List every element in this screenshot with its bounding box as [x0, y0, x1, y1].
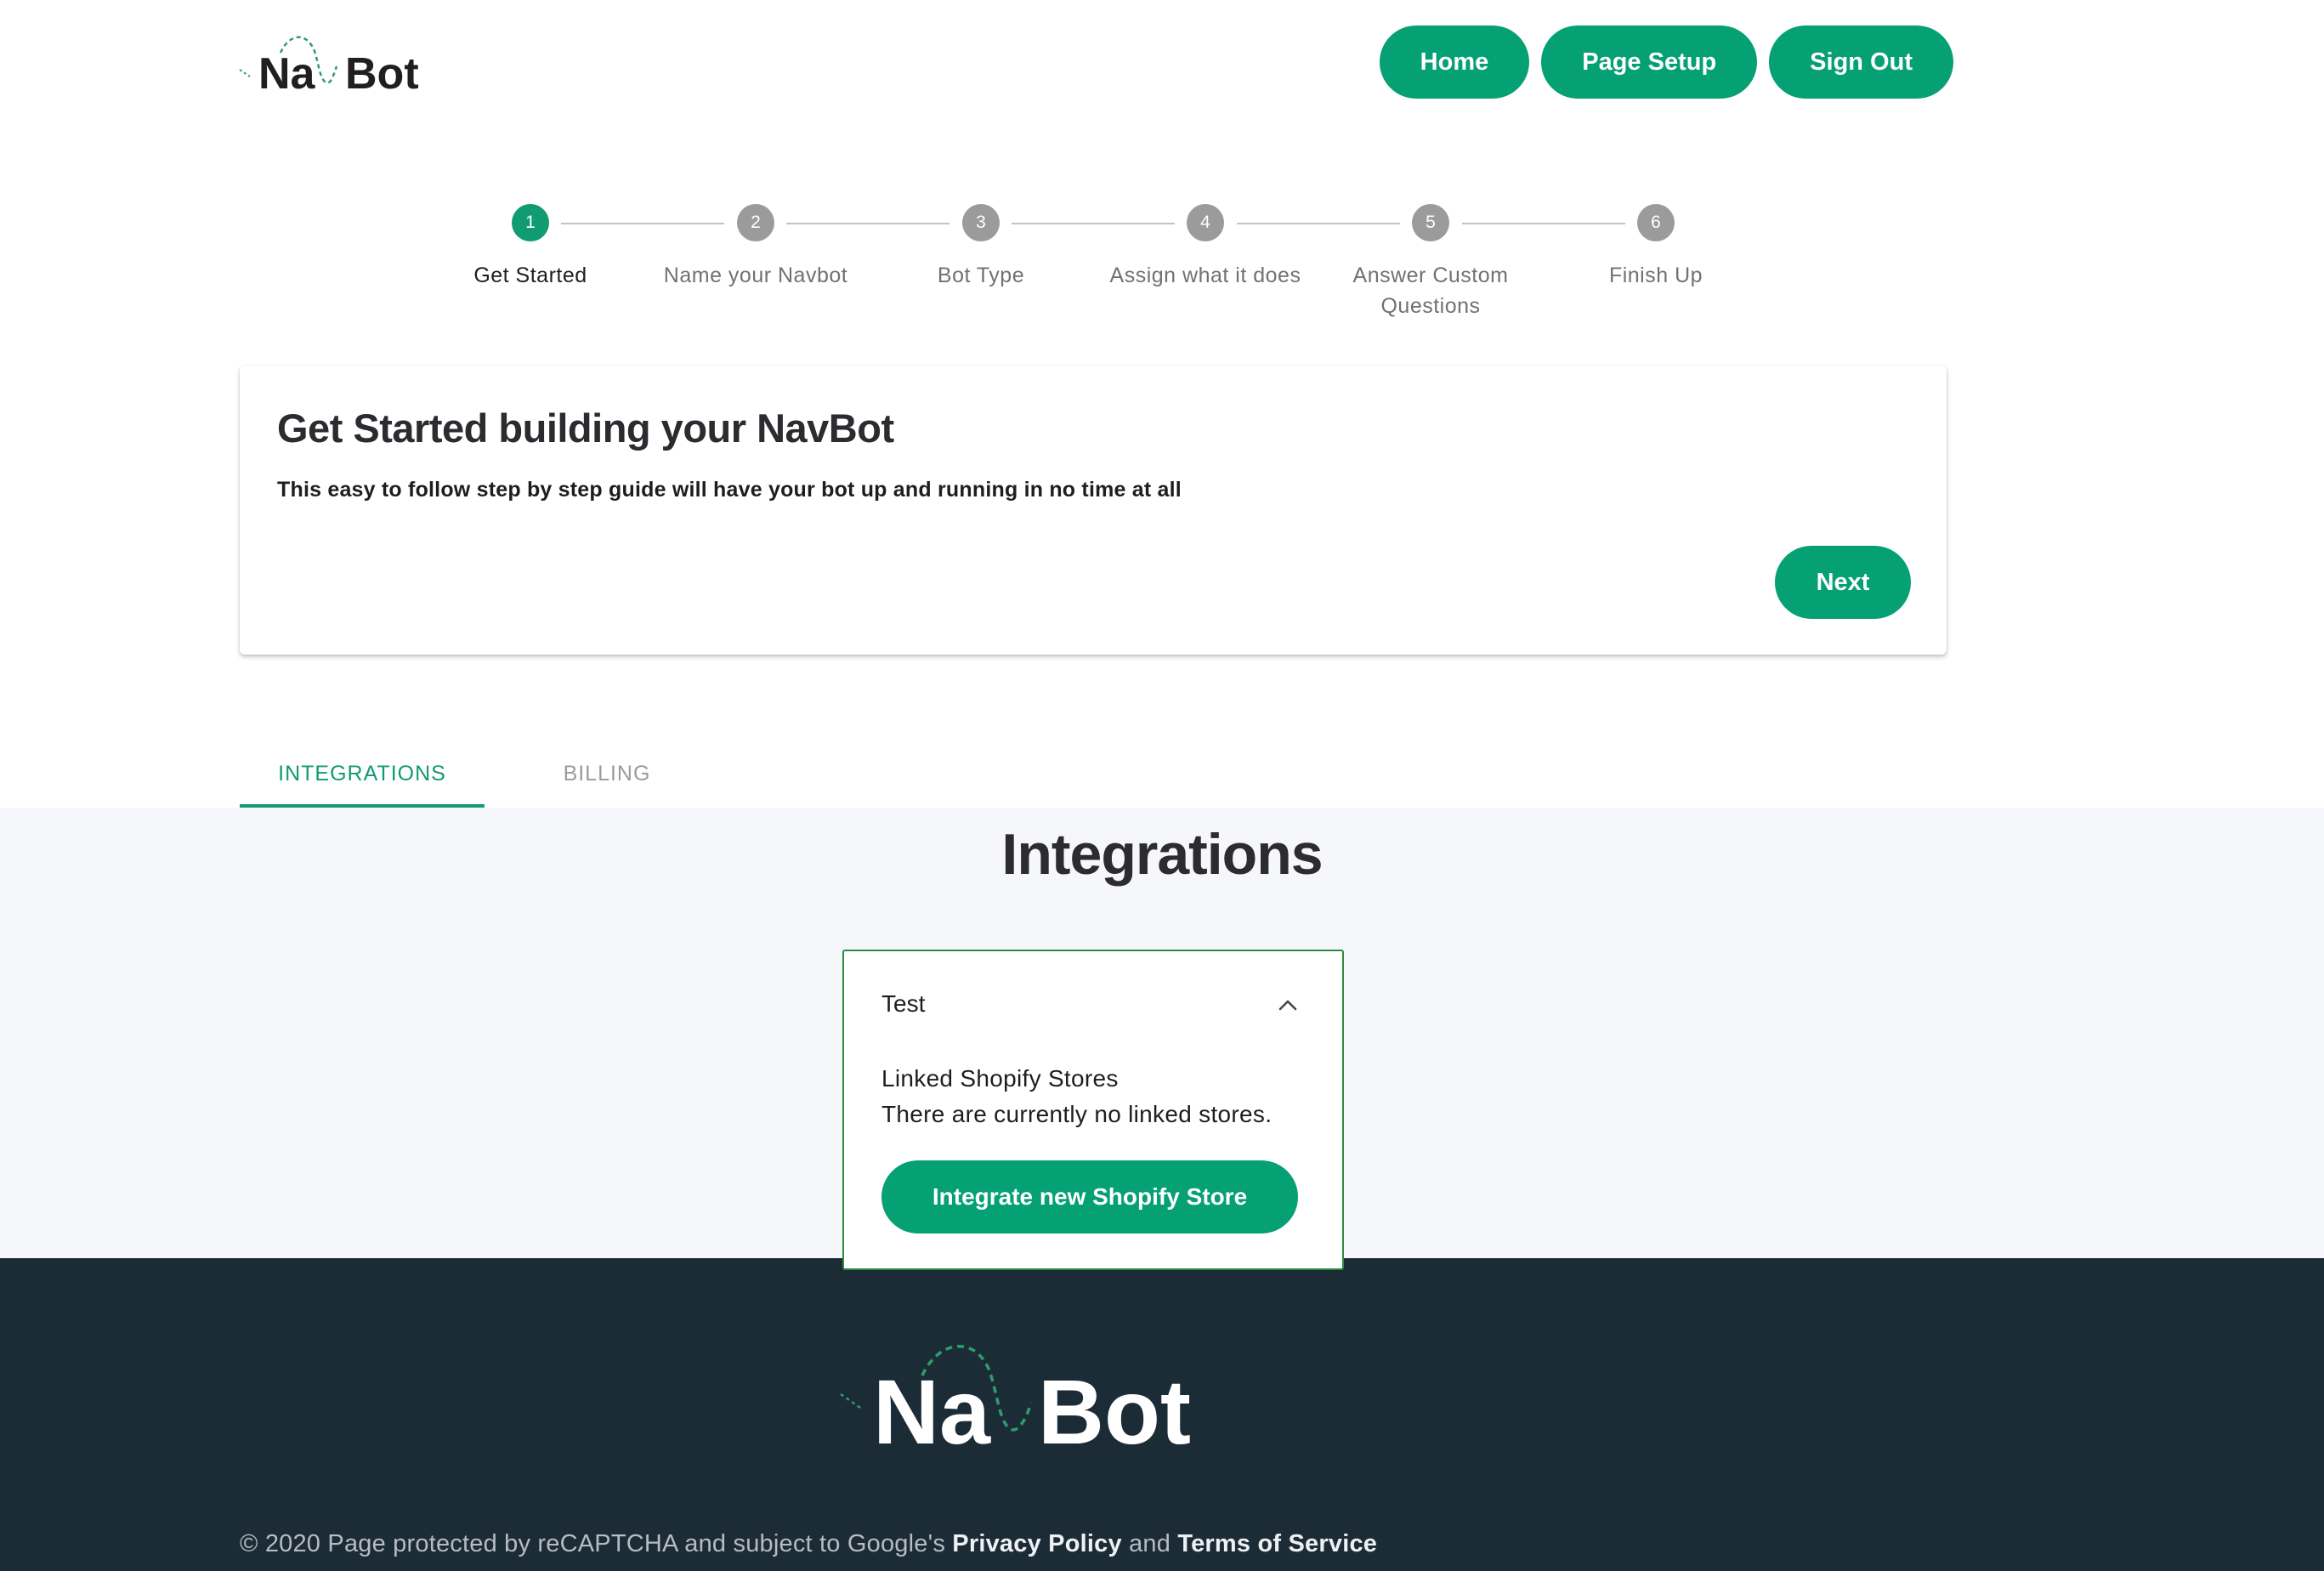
- get-started-card: Get Started building your NavBot This ea…: [240, 366, 1947, 655]
- integrations-title: Integrations: [1001, 822, 1323, 887]
- page-setup-button[interactable]: Page Setup: [1541, 26, 1758, 99]
- sign-out-button[interactable]: Sign Out: [1769, 26, 1953, 99]
- step-label: Finish Up: [1608, 264, 1703, 287]
- footer: Na Bot © 2020 Page protected by reCAPTCH…: [0, 1258, 2324, 1571]
- step-assign-what-it-does[interactable]: 4 Assign what it does: [1095, 204, 1316, 291]
- step-get-started[interactable]: 1 Get Started: [420, 204, 641, 291]
- step-answer-custom-questions[interactable]: 5 Answer Custom Questions: [1333, 204, 1528, 321]
- integration-name: Test: [881, 990, 926, 1017]
- next-button[interactable]: Next: [1775, 546, 1911, 619]
- card-description: This easy to follow step by step guide w…: [277, 478, 1182, 502]
- setup-stepper: 1 Get Started 2 Name your Navbot 3 Bot T…: [425, 204, 1743, 340]
- home-button[interactable]: Home: [1379, 26, 1530, 99]
- navbot-logo[interactable]: Na Bot: [238, 26, 451, 111]
- step-label: Name your Navbot: [663, 264, 848, 287]
- step-number: 3: [962, 204, 1000, 241]
- step-finish-up[interactable]: 6 Finish Up: [1545, 204, 1766, 291]
- footer-copyright: © 2020 Page protected by reCAPTCHA and s…: [240, 1530, 946, 1557]
- step-label: Answer Custom Questions: [1352, 264, 1509, 318]
- step-name-your-navbot[interactable]: 2 Name your Navbot: [645, 204, 866, 291]
- step-number: 1: [512, 204, 549, 241]
- top-nav: Home Page Setup Sign Out: [1379, 26, 1953, 99]
- svg-text:Bot: Bot: [1038, 1360, 1191, 1463]
- step-number: 2: [737, 204, 774, 241]
- step-number: 6: [1637, 204, 1675, 241]
- header: Na Bot Home Page Setup Sign Out: [0, 0, 2324, 128]
- linked-stores-label: Linked Shopify Stores: [881, 1065, 1119, 1092]
- chevron-up-icon[interactable]: [1278, 995, 1298, 1016]
- step-label: Assign what it does: [1109, 264, 1301, 287]
- step-label: Get Started: [473, 264, 587, 287]
- card-title: Get Started building your NavBot: [277, 406, 894, 451]
- tab-integrations[interactable]: INTEGRATIONS: [240, 740, 485, 808]
- step-label: Bot Type: [937, 264, 1025, 287]
- no-linked-stores-message: There are currently no linked stores.: [881, 1101, 1273, 1127]
- integrate-shopify-store-button[interactable]: Integrate new Shopify Store: [881, 1160, 1298, 1234]
- step-bot-type[interactable]: 3 Bot Type: [870, 204, 1091, 291]
- step-number: 5: [1412, 204, 1449, 241]
- settings-tabs: INTEGRATIONS BILLING: [240, 740, 729, 808]
- integration-card: Test Linked Shopify Stores There are cur…: [842, 950, 1344, 1270]
- svg-text:Bot: Bot: [345, 49, 419, 99]
- svg-text:Na: Na: [258, 49, 316, 99]
- footer-and: and: [1129, 1530, 1171, 1557]
- footer-legal-text: © 2020 Page protected by reCAPTCHA and s…: [240, 1530, 1377, 1558]
- svg-text:Na: Na: [873, 1360, 991, 1463]
- privacy-policy-link[interactable]: Privacy Policy: [952, 1530, 1122, 1557]
- footer-navbot-logo: Na Bot: [837, 1335, 1245, 1471]
- step-number: 4: [1187, 204, 1224, 241]
- tab-billing[interactable]: BILLING: [485, 740, 729, 808]
- terms-of-service-link[interactable]: Terms of Service: [1177, 1530, 1377, 1557]
